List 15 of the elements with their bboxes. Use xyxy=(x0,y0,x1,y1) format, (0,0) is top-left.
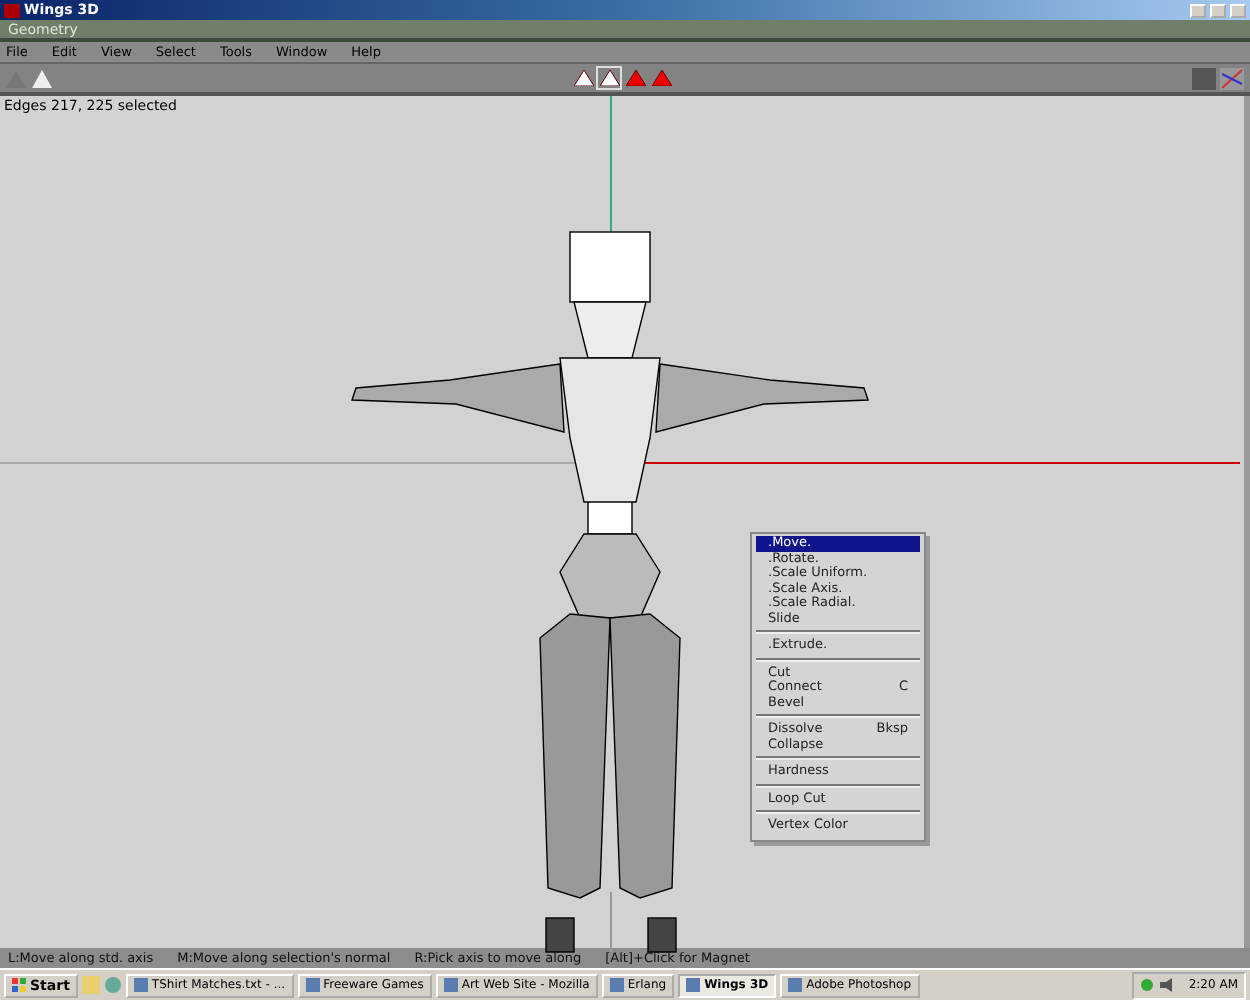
selection-mode-button[interactable] xyxy=(596,66,622,90)
window-icon xyxy=(686,978,701,992)
window-icon xyxy=(305,978,320,992)
windows-logo-icon xyxy=(12,978,26,992)
restore-button[interactable] xyxy=(1210,3,1226,17)
window-icon xyxy=(788,978,803,992)
speaker-icon xyxy=(1160,978,1175,992)
window-icon xyxy=(609,978,624,992)
close-button[interactable] xyxy=(1230,3,1246,17)
window-icon xyxy=(133,978,148,992)
app-icon xyxy=(4,3,20,17)
minimize-button[interactable] xyxy=(1190,3,1206,17)
window-icon xyxy=(443,978,458,992)
axes-icon[interactable] xyxy=(1220,67,1244,89)
tray-icon xyxy=(1140,978,1155,992)
